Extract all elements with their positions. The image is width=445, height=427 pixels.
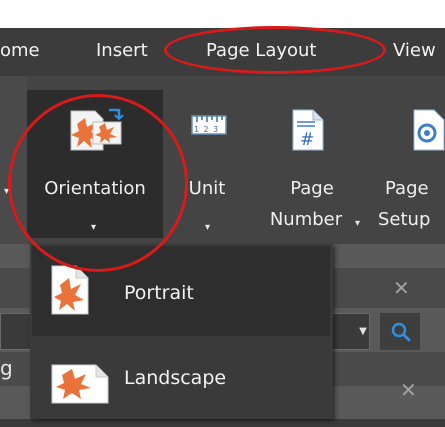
menu-item-landscape[interactable]: Landscape xyxy=(32,337,330,427)
close-icon[interactable]: ✕ xyxy=(400,378,417,402)
ruler-icon: 1 2 3 xyxy=(191,115,227,135)
page-number-label-line1: Page xyxy=(290,178,334,199)
menu-item-label: Landscape xyxy=(124,367,227,389)
landscape-page-icon xyxy=(51,364,109,404)
chevron-down-icon[interactable]: ▾ xyxy=(205,222,210,233)
search-button[interactable] xyxy=(380,313,420,350)
svg-text:1 2 3: 1 2 3 xyxy=(194,125,218,134)
annotation-ring-page-layout xyxy=(164,26,386,74)
chevron-down-icon[interactable]: ▾ xyxy=(355,218,360,229)
chevron-down-icon[interactable]: ▼ xyxy=(355,313,371,350)
page-setup-label-line1: Page xyxy=(385,178,429,199)
portrait-page-icon xyxy=(51,265,89,315)
search-icon xyxy=(391,322,411,342)
page-setup-icon xyxy=(413,109,445,151)
orientation-dropdown-menu: Portrait Landscape xyxy=(30,244,333,419)
svg-text:#: # xyxy=(300,130,314,150)
page-number-label-line2: Number xyxy=(269,209,343,230)
tab-home[interactable]: ome xyxy=(0,40,40,61)
tab-view[interactable]: View xyxy=(393,40,436,61)
page-number-icon: # xyxy=(292,109,324,151)
list-item-label: g xyxy=(0,356,13,380)
menu-item-label: Portrait xyxy=(124,282,194,304)
window-top-band xyxy=(0,0,445,28)
annotation-ring-orientation xyxy=(8,94,188,272)
page-setup-label-line2: Setup xyxy=(378,209,431,230)
tab-insert[interactable]: Insert xyxy=(96,40,148,61)
close-icon[interactable]: ✕ xyxy=(393,276,410,300)
